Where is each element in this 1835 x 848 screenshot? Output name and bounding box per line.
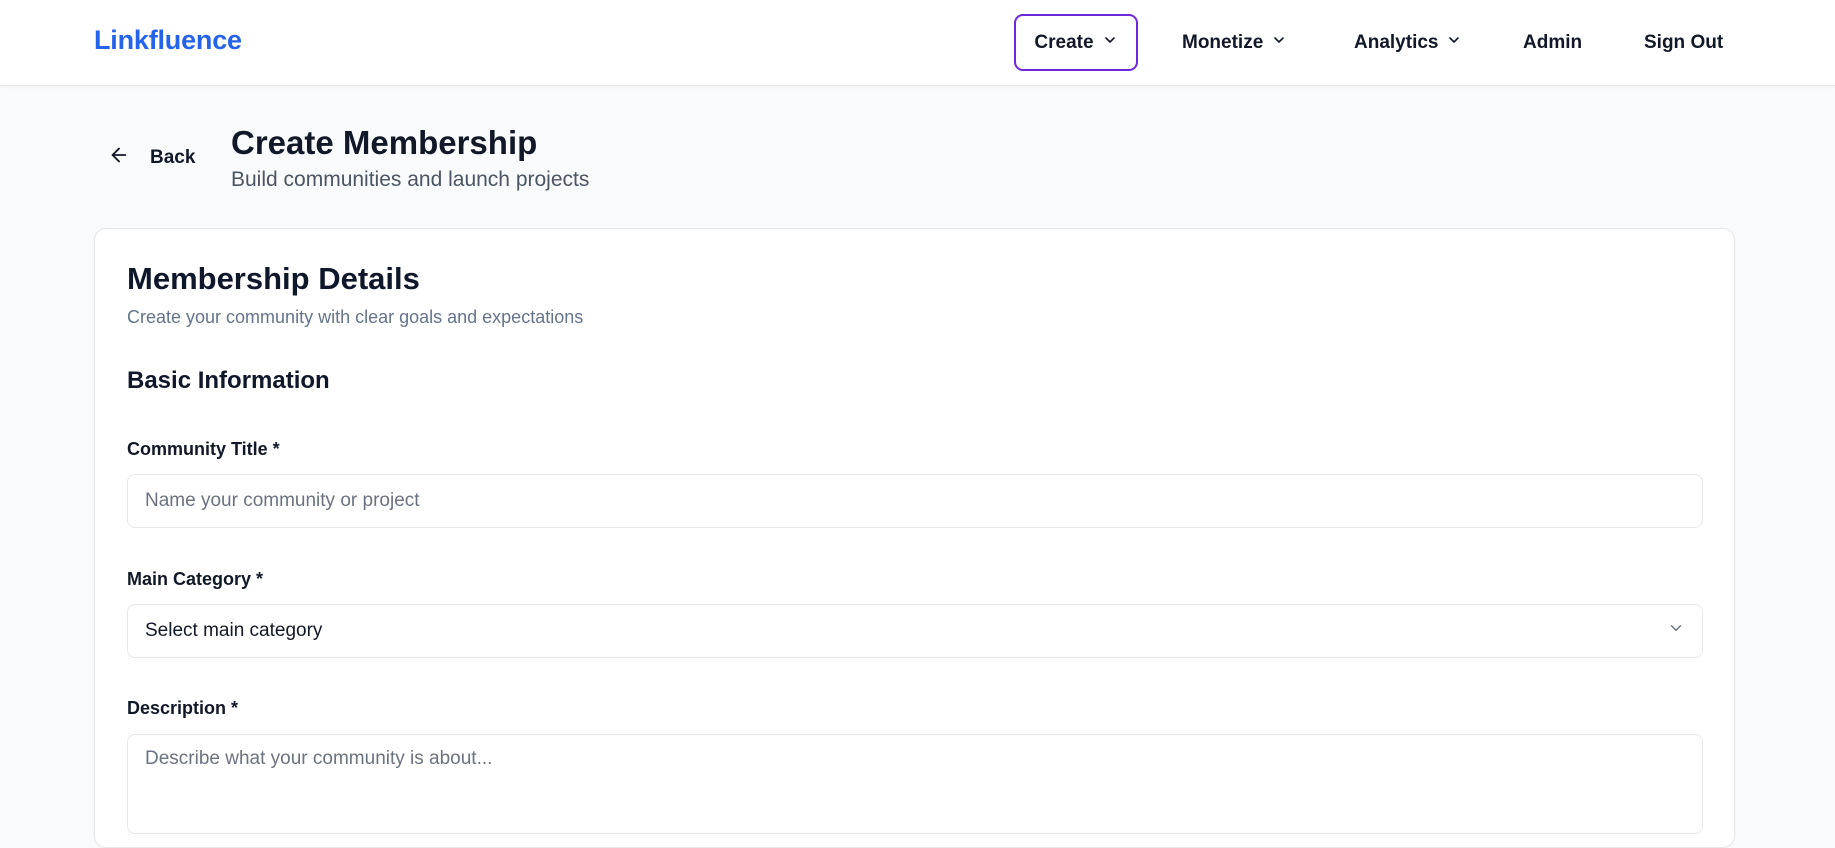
nav-analytics-dropdown[interactable]: Analytics [1354,14,1462,71]
back-label: Back [150,147,196,168]
chevron-down-icon [1102,32,1118,54]
chevron-down-icon [1446,32,1462,54]
page-subtitle: Build communities and launch projects [231,168,590,191]
main-category-select[interactable]: Select main category [127,604,1703,658]
nav-monetize-dropdown[interactable]: Monetize [1182,14,1287,71]
description-label: Description * [127,698,239,718]
nav-create-label: Create [1034,31,1094,53]
page-title: Create Membership [231,124,538,161]
nav-create-dropdown[interactable]: Create [1014,14,1138,71]
community-title-label: Community Title * [127,439,280,459]
card-title: Membership Details [127,261,420,296]
sign-out-button[interactable]: Sign Out [1644,14,1723,71]
description-textarea[interactable] [127,734,1703,834]
nav-admin-link[interactable]: Admin [1523,14,1582,71]
top-navigation-bar: Linkfluence Create Monetize Analytics Ad… [0,0,1835,86]
card-subtitle: Create your community with clear goals a… [127,307,584,327]
community-title-input[interactable] [127,474,1703,528]
brand-logo-text[interactable]: Linkfluence [94,25,242,56]
section-title-basic-information: Basic Information [127,367,330,394]
nav-monetize-label: Monetize [1182,31,1264,53]
main-category-value: Select main category [145,620,323,641]
membership-details-card: Membership Details Create your community… [94,228,1735,848]
main-category-label: Main Category * [127,569,264,589]
arrow-left-icon [108,144,130,172]
back-button[interactable]: Back [108,140,195,176]
nav-analytics-label: Analytics [1354,31,1439,53]
chevron-down-icon [1667,619,1685,643]
chevron-down-icon [1271,32,1287,54]
